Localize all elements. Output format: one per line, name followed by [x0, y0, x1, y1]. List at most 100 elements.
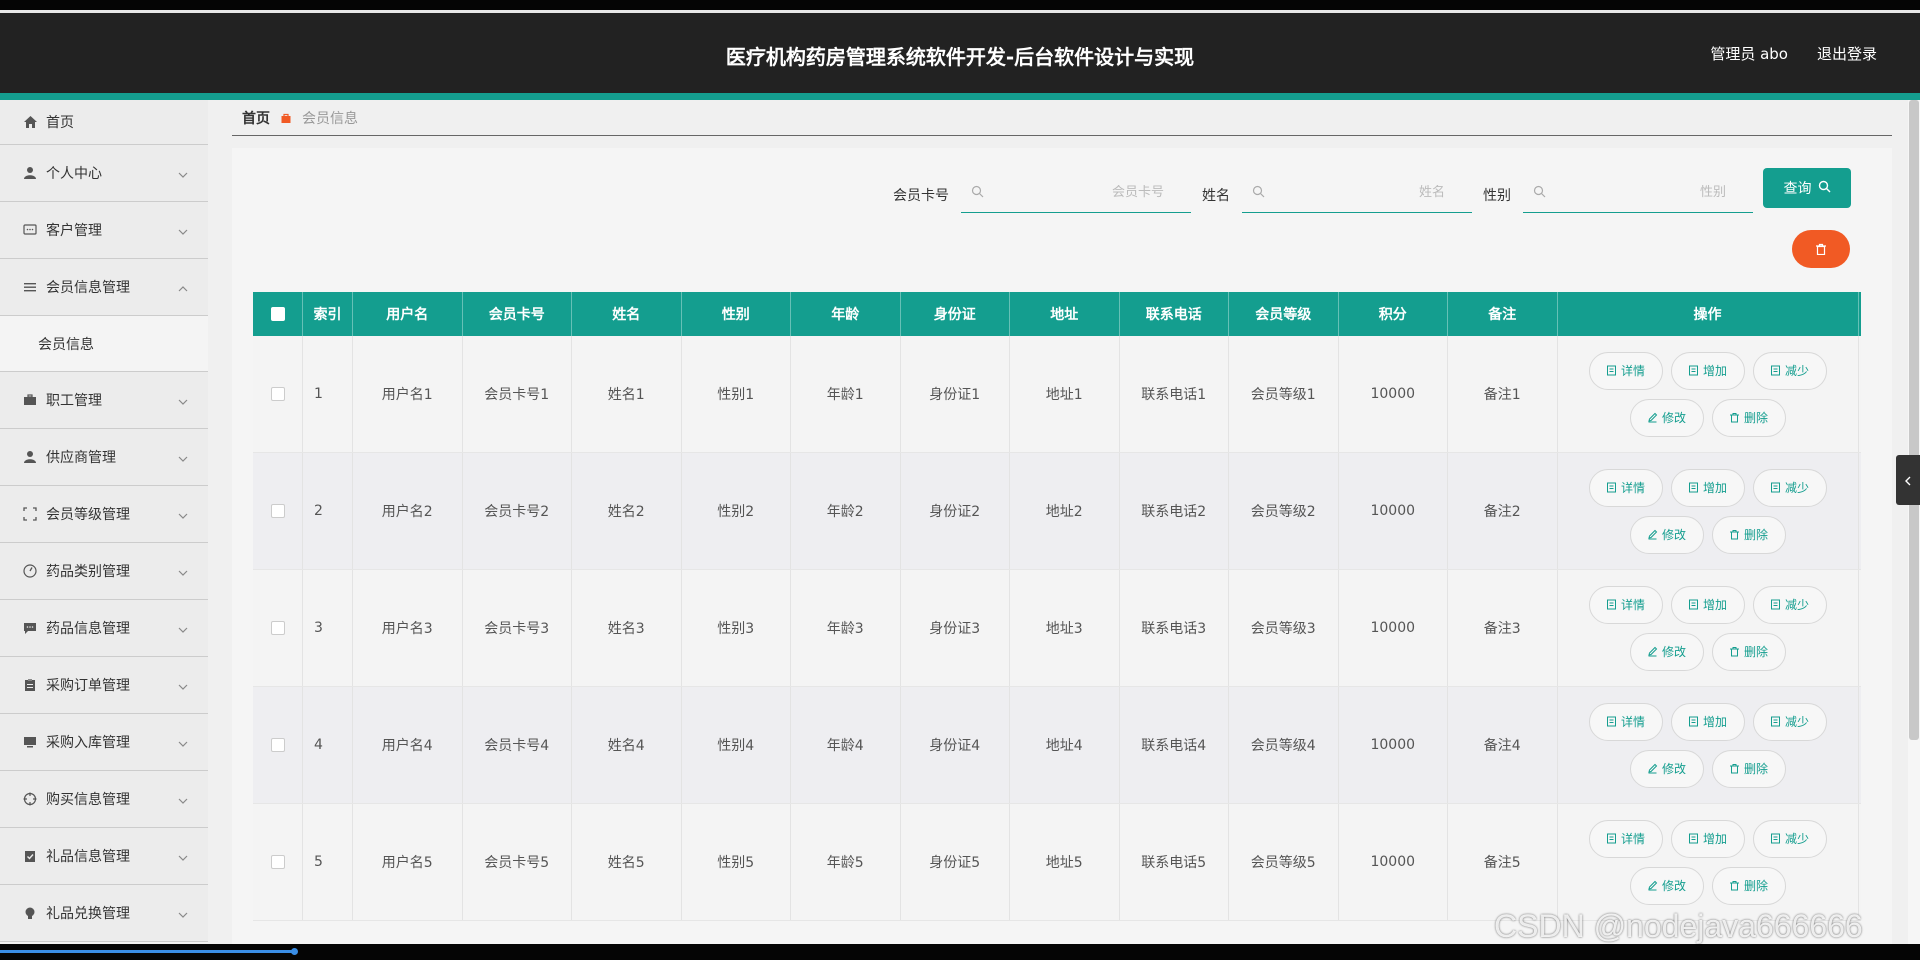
action-label: 修改 — [1661, 528, 1686, 542]
row-checkbox[interactable] — [270, 504, 285, 518]
table-cell: 姓名1 — [572, 336, 682, 452]
logout-button[interactable]: 退出登录 — [1817, 43, 1877, 64]
sidebar-item-label: 会员信息管理 — [46, 280, 130, 296]
column-header: 身份证 — [901, 292, 1010, 336]
add-button[interactable]: 增加 — [1670, 351, 1745, 390]
sidebar-item-label: 供应商管理 — [46, 450, 116, 466]
row-checkbox[interactable] — [270, 855, 285, 869]
action-label: 增加 — [1702, 715, 1727, 729]
breadcrumb: 首页 会员信息 — [232, 100, 1892, 136]
reduce-icon — [1770, 365, 1781, 376]
detail-button[interactable]: 详情 — [1588, 468, 1663, 507]
action-label: 减少 — [1784, 481, 1809, 495]
sidebar-item-member-levels[interactable]: 会员等级管理 — [0, 486, 208, 543]
detail-button[interactable]: 详情 — [1588, 819, 1663, 858]
reduce-button[interactable]: 减少 — [1752, 819, 1827, 858]
add-button[interactable]: 增加 — [1670, 819, 1745, 858]
delete-button[interactable]: 删除 — [1711, 866, 1786, 905]
card-number-label: 会员卡号 — [893, 188, 949, 204]
card-number-field[interactable] — [961, 173, 1191, 213]
sidebar-item-staff[interactable]: 职工管理 — [0, 372, 208, 429]
sidebar-item-gift-exchange[interactable]: 礼品兑换管理 — [0, 885, 208, 942]
chevron-down-icon — [178, 395, 188, 411]
add-button[interactable]: 增加 — [1670, 585, 1745, 624]
add-button[interactable]: 增加 — [1670, 468, 1745, 507]
action-label: 删除 — [1743, 762, 1768, 776]
edit-button[interactable]: 修改 — [1629, 398, 1704, 437]
reduce-button[interactable]: 减少 — [1752, 702, 1827, 741]
table-cell: 会员等级4 — [1229, 687, 1339, 803]
detail-button[interactable]: 详情 — [1588, 585, 1663, 624]
reduce-button[interactable]: 减少 — [1752, 468, 1827, 507]
top-frame — [0, 0, 1920, 10]
search-icon — [1252, 183, 1265, 202]
row-checkbox[interactable] — [270, 387, 285, 401]
column-header: 地址 — [1010, 292, 1120, 336]
delete-button[interactable]: 删除 — [1711, 398, 1786, 437]
action-label: 删除 — [1743, 645, 1768, 659]
table-cell: 联系电话2 — [1120, 453, 1229, 569]
sidebar-item-gift-info[interactable]: 礼品信息管理 — [0, 828, 208, 885]
sidebar-item-suppliers[interactable]: 供应商管理 — [0, 429, 208, 486]
chevron-down-icon — [178, 794, 188, 810]
chevron-down-icon — [178, 452, 188, 468]
table-cell: 地址4 — [1010, 687, 1120, 803]
sidebar-item-purchase-storage[interactable]: 采购入库管理 — [0, 714, 208, 771]
detail-button[interactable]: 详情 — [1588, 351, 1663, 390]
crosshair-icon — [22, 791, 38, 807]
member-table: 索引 用户名 会员卡号 姓名 性别 年龄 身份证 地址 联系电话 会员等级 积分… — [253, 292, 1861, 921]
user-icon — [22, 165, 38, 181]
query-button[interactable]: 查询 — [1763, 168, 1851, 208]
add-button[interactable]: 增加 — [1670, 702, 1745, 741]
delete-icon — [1729, 412, 1740, 423]
collapse-panel-button[interactable] — [1896, 455, 1920, 505]
edit-button[interactable]: 修改 — [1629, 632, 1704, 671]
delete-button[interactable]: 删除 — [1711, 632, 1786, 671]
delete-button[interactable]: 删除 — [1711, 749, 1786, 788]
app-window: 医疗机构药房管理系统软件开发-后台软件设计与实现 管理员 abo 退出登录 首页… — [0, 0, 1920, 960]
table-body: 1 用户名1 会员卡号1 姓名1 性别1 年龄1 身份证1 地址1 联系电话1 会员等级1 1000… — [253, 336, 1861, 921]
breadcrumb-home[interactable]: 首页 — [242, 108, 270, 128]
sidebar-item-customers[interactable]: 客户管理 — [0, 202, 208, 259]
sidebar-item-personal-center[interactable]: 个人中心 — [0, 145, 208, 202]
header-accent-bar — [0, 93, 1920, 100]
edit-button[interactable]: 修改 — [1629, 515, 1704, 554]
scrollbar-thumb[interactable] — [1909, 100, 1919, 740]
column-header: 会员等级 — [1229, 292, 1339, 336]
monitor-icon — [22, 734, 38, 750]
video-progress-bar[interactable] — [0, 950, 295, 953]
delete-icon — [1729, 529, 1740, 540]
card-number-input[interactable] — [984, 185, 1164, 200]
sidebar-item-home[interactable]: 首页 — [0, 100, 208, 145]
edit-button[interactable]: 修改 — [1629, 749, 1704, 788]
select-all-checkbox[interactable] — [270, 307, 285, 321]
add-icon — [1688, 716, 1699, 727]
user-icon — [22, 449, 38, 465]
batch-delete-button[interactable] — [1792, 230, 1850, 268]
video-progress-handle[interactable] — [291, 948, 298, 955]
table-cell: 年龄3 — [791, 570, 901, 686]
action-label: 减少 — [1784, 715, 1809, 729]
sidebar-subitem-member-info[interactable]: 会员信息 — [0, 316, 208, 372]
row-checkbox[interactable] — [270, 738, 285, 752]
gender-field[interactable] — [1523, 173, 1753, 213]
name-field[interactable] — [1242, 173, 1472, 213]
sidebar-item-purchase-orders[interactable]: 采购订单管理 — [0, 657, 208, 714]
reduce-button[interactable]: 减少 — [1752, 585, 1827, 624]
table-cell: 身份证5 — [901, 804, 1010, 920]
column-header: 姓名 — [572, 292, 682, 336]
sidebar-item-member-info-mgmt[interactable]: 会员信息管理 — [0, 259, 208, 316]
sidebar-item-drug-info[interactable]: 药品信息管理 — [0, 600, 208, 657]
detail-button[interactable]: 详情 — [1588, 702, 1663, 741]
name-input[interactable] — [1265, 185, 1445, 200]
edit-button[interactable]: 修改 — [1629, 866, 1704, 905]
sidebar-item-label: 会员等级管理 — [46, 507, 130, 523]
delete-button[interactable]: 删除 — [1711, 515, 1786, 554]
table-cell: 性别1 — [682, 336, 791, 452]
row-checkbox[interactable] — [270, 621, 285, 635]
sidebar-item-drug-categories[interactable]: 药品类别管理 — [0, 543, 208, 600]
action-label: 详情 — [1620, 832, 1645, 846]
sidebar-item-purchase-info[interactable]: 购买信息管理 — [0, 771, 208, 828]
gender-input[interactable] — [1546, 185, 1726, 200]
reduce-button[interactable]: 减少 — [1752, 351, 1827, 390]
